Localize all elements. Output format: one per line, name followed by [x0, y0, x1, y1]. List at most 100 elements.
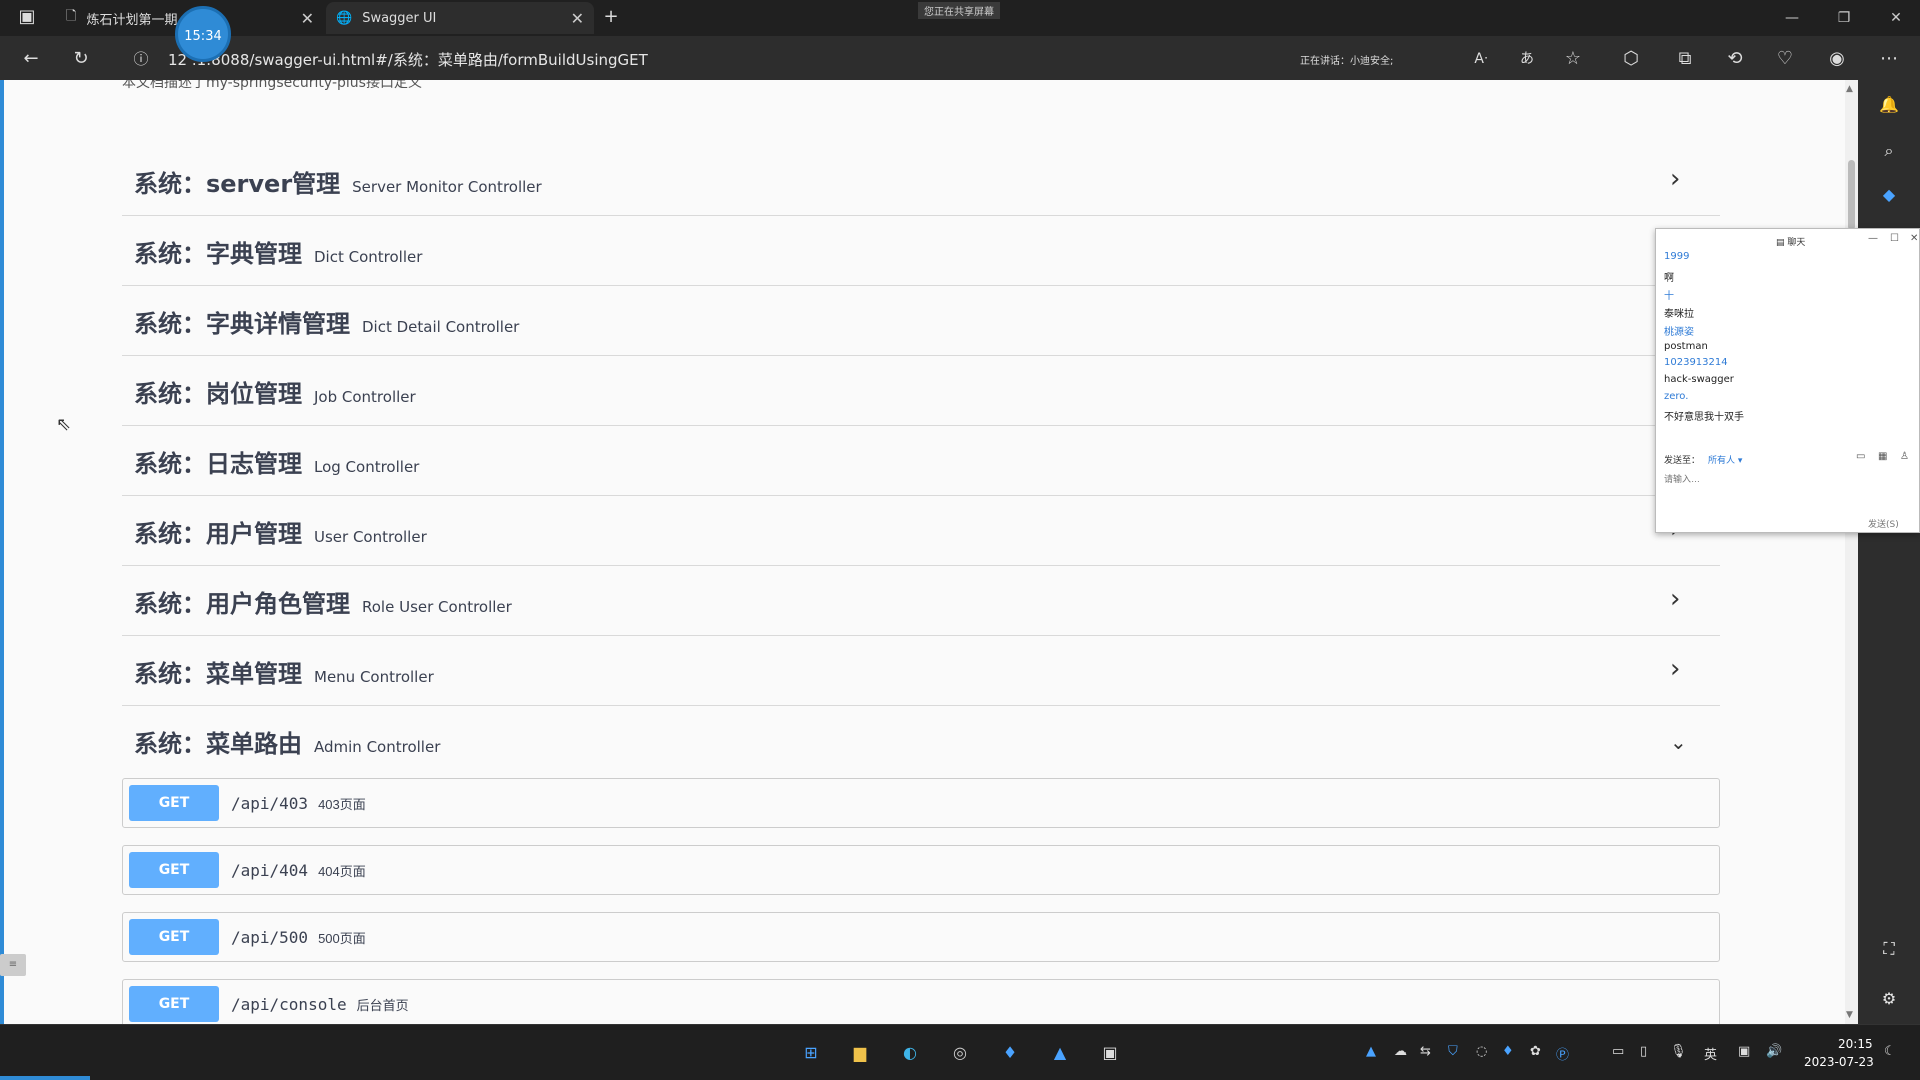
operation-get-500[interactable]: GET /api/500 500页面	[122, 912, 1720, 962]
info-icon[interactable]: ⓘ	[126, 44, 156, 74]
section-menu[interactable]: 系统：菜单管理 Menu Controller ›	[122, 636, 1720, 706]
meeting-app-icon[interactable]: ▲	[1046, 1039, 1074, 1067]
image-icon[interactable]: ▦	[1878, 451, 1887, 462]
operation-path: /api/console 后台首页	[231, 995, 409, 1014]
tag-icon[interactable]: ◆	[1878, 184, 1900, 206]
chat-icon: ▤	[1776, 238, 1788, 248]
tray-capture-icon[interactable]: ◌	[1476, 1044, 1487, 1059]
app-icon[interactable]: ♦	[996, 1039, 1024, 1067]
tray-app2-icon[interactable]: ♦	[1502, 1044, 1514, 1059]
section-job[interactable]: 系统：岗位管理Job Controller ›	[122, 356, 1720, 426]
section-description: Admin Controller	[314, 738, 441, 756]
scroll-down-icon[interactable]: ▼	[1846, 1010, 1853, 1020]
side-panel-toggle[interactable]: ≡	[0, 954, 26, 976]
edge-browser-icon[interactable]: ◐	[896, 1039, 924, 1067]
file-explorer-icon[interactable]: ▆	[846, 1039, 874, 1067]
chrome-icon[interactable]: ◎	[946, 1039, 974, 1067]
section-dict[interactable]: 系统：字典管理Dict Controller ›	[122, 216, 1720, 286]
mouse-cursor-icon: ⇖	[56, 414, 72, 435]
chat-input[interactable]	[1664, 469, 1894, 489]
screenshot-icon[interactable]: ⛶	[1878, 938, 1900, 960]
ime-indicator[interactable]: 英	[1704, 1044, 1717, 1063]
favorite-star-icon[interactable]: ☆	[1558, 44, 1588, 74]
tray-app3-icon[interactable]: ✿	[1530, 1044, 1541, 1059]
chevron-right-icon[interactable]: ›	[1670, 584, 1680, 614]
section-dict-detail[interactable]: 系统：字典详情管理Dict Detail Controller ›	[122, 286, 1720, 356]
clock-time[interactable]: 20:15	[1838, 1037, 1873, 1051]
section-log[interactable]: 系统：日志管理Log Controller ›	[122, 426, 1720, 496]
operation-get-404[interactable]: GET /api/404 404页面	[122, 845, 1720, 895]
restore-icon[interactable]: ❐	[1824, 4, 1864, 32]
section-description: Dict Controller	[314, 248, 423, 266]
chat-message: postman	[1664, 341, 1708, 352]
translate-icon[interactable]: あ	[1512, 44, 1542, 74]
section-title: 系统：用户管理 User Controller	[134, 514, 427, 549]
tray-p-icon[interactable]: Ⓟ	[1556, 1044, 1569, 1063]
url-field[interactable]: 12 .1:8088/swagger-ui.html#/系统：菜单路由/form…	[168, 49, 648, 70]
method-badge: GET	[129, 919, 219, 955]
bell-icon[interactable]: 🔔	[1878, 94, 1900, 116]
chevron-right-icon[interactable]: ›	[1670, 654, 1680, 684]
chevron-right-icon[interactable]: ›	[1670, 164, 1680, 194]
path-text: /api/500	[231, 928, 309, 947]
user-icon[interactable]: ♙	[1900, 451, 1909, 462]
section-description: User Controller	[314, 528, 427, 546]
maximize-icon[interactable]: ☐	[1890, 233, 1899, 244]
operation-get-403[interactable]: GET /api/403 403页面	[122, 778, 1720, 828]
performance-icon[interactable]: ♡	[1770, 44, 1800, 74]
gear-icon[interactable]: ⚙	[1878, 988, 1900, 1010]
close-window-icon[interactable]: ✕	[1876, 4, 1916, 32]
section-description: Dict Detail Controller	[362, 318, 520, 336]
operation-summary: 后台首页	[356, 998, 409, 1013]
send-to-label: 发送至：	[1664, 456, 1701, 466]
tray-cloud-icon[interactable]: ☁	[1394, 1044, 1407, 1059]
extensions-icon[interactable]: ⬡	[1616, 44, 1646, 74]
tray-shield-icon[interactable]: ⛉	[1448, 1044, 1458, 1059]
close-icon[interactable]: ✕	[571, 9, 584, 28]
chat-sender: 1999	[1664, 251, 1690, 262]
section-menu-route[interactable]: 系统：菜单路由 Admin Controller ⌄	[122, 706, 1720, 776]
back-icon[interactable]: ←	[16, 44, 46, 74]
minimize-icon[interactable]: —	[1868, 233, 1878, 244]
chat-message: hack-swagger	[1664, 374, 1734, 385]
scroll-up-icon[interactable]: ▲	[1846, 84, 1853, 94]
section-role-user[interactable]: 系统：用户角色管理 Role User Controller ›	[122, 566, 1720, 636]
section-user[interactable]: 系统：用户管理User Controller ›	[122, 496, 1720, 566]
chat-message: 啊	[1664, 273, 1674, 284]
intellij-icon[interactable]: ▣	[1096, 1039, 1124, 1067]
tray-app-icon[interactable]: ▲	[1366, 1044, 1376, 1059]
minimize-icon[interactable]: —	[1772, 4, 1812, 32]
network-icon[interactable]: ▣	[1738, 1044, 1750, 1059]
chevron-down-icon[interactable]: ⌄	[1670, 730, 1687, 754]
section-name: 系统：岗位管理	[134, 380, 302, 408]
file-icon[interactable]: ▭	[1856, 451, 1865, 462]
scroll-thumb[interactable]	[1848, 160, 1855, 230]
read-aloud-icon[interactable]: Aᐧ	[1466, 44, 1496, 74]
section-title: 系统：菜单管理 Menu Controller	[134, 654, 434, 689]
history-icon[interactable]: ⟲	[1720, 44, 1750, 74]
tray-monitor-icon[interactable]: ▭	[1612, 1044, 1624, 1059]
tray-usb-icon[interactable]: ▯	[1640, 1044, 1647, 1059]
close-icon[interactable]: ✕	[1910, 233, 1918, 244]
tab-actions-icon[interactable]: ▣	[12, 2, 42, 32]
collections-icon[interactable]: ⧉	[1670, 44, 1700, 74]
more-menu-icon[interactable]: ⋯	[1874, 44, 1904, 74]
new-tab-icon[interactable]: +	[596, 2, 626, 32]
chat-title: ▤ 聊天	[1776, 235, 1805, 248]
profile-avatar-icon[interactable]: ◉	[1822, 44, 1852, 74]
page-scrollbar[interactable]: ▲ ▼	[1845, 80, 1858, 1024]
reload-icon[interactable]: ↻	[66, 44, 96, 74]
operation-get-console[interactable]: GET /api/console 后台首页	[122, 979, 1720, 1024]
windows-start-icon[interactable]: ⊞	[797, 1039, 825, 1067]
notification-icon[interactable]: ☾	[1884, 1044, 1896, 1059]
recipient-dropdown[interactable]: 所有人 ▾	[1708, 453, 1742, 466]
volume-icon[interactable]: 🔊	[1766, 1044, 1782, 1059]
section-server[interactable]: 系统：server管理 Server Monitor Controller ›	[122, 146, 1720, 216]
tray-network-icon[interactable]: ⇆	[1420, 1044, 1431, 1059]
tab-swagger-ui[interactable]: 🌐 Swagger UI ✕	[326, 2, 594, 34]
send-button[interactable]: 发送(S)	[1868, 517, 1899, 530]
clock-date[interactable]: 2023-07-23	[1804, 1055, 1874, 1069]
search-icon[interactable]: ⌕	[1878, 140, 1900, 162]
microphone-icon[interactable]: 🎙	[1670, 1044, 1687, 1059]
close-icon[interactable]: ✕	[301, 9, 314, 28]
